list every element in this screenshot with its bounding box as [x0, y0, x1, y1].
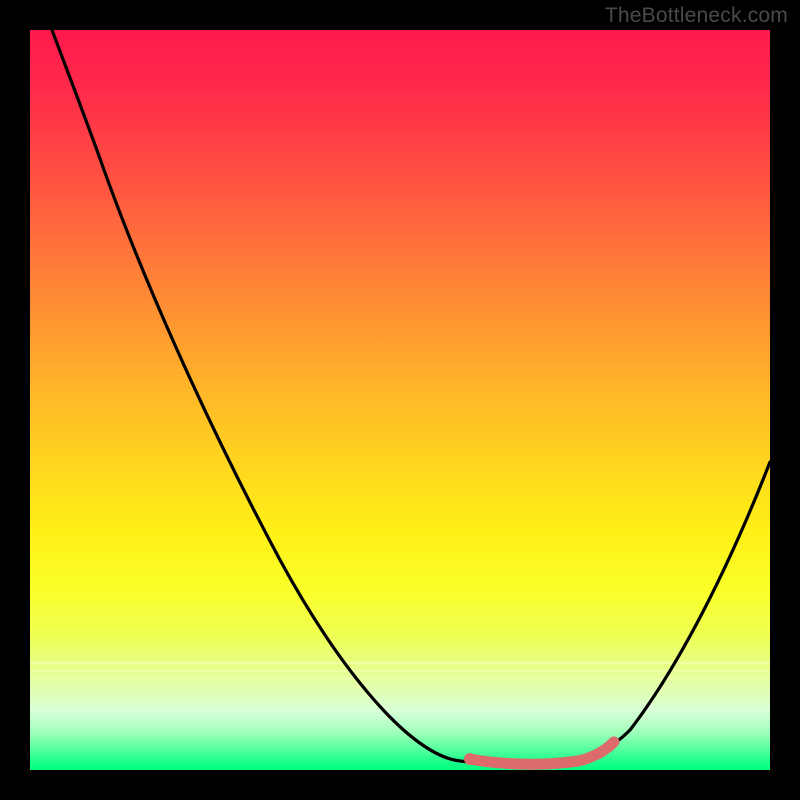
watermark-text: TheBottleneck.com — [605, 4, 788, 28]
curve-layer — [30, 30, 770, 770]
bottleneck-curve — [52, 30, 770, 764]
chart-frame: TheBottleneck.com — [0, 0, 800, 800]
optimal-range-marker — [470, 742, 614, 764]
plot-area — [30, 30, 770, 770]
optimal-range-start-dot — [464, 753, 476, 765]
